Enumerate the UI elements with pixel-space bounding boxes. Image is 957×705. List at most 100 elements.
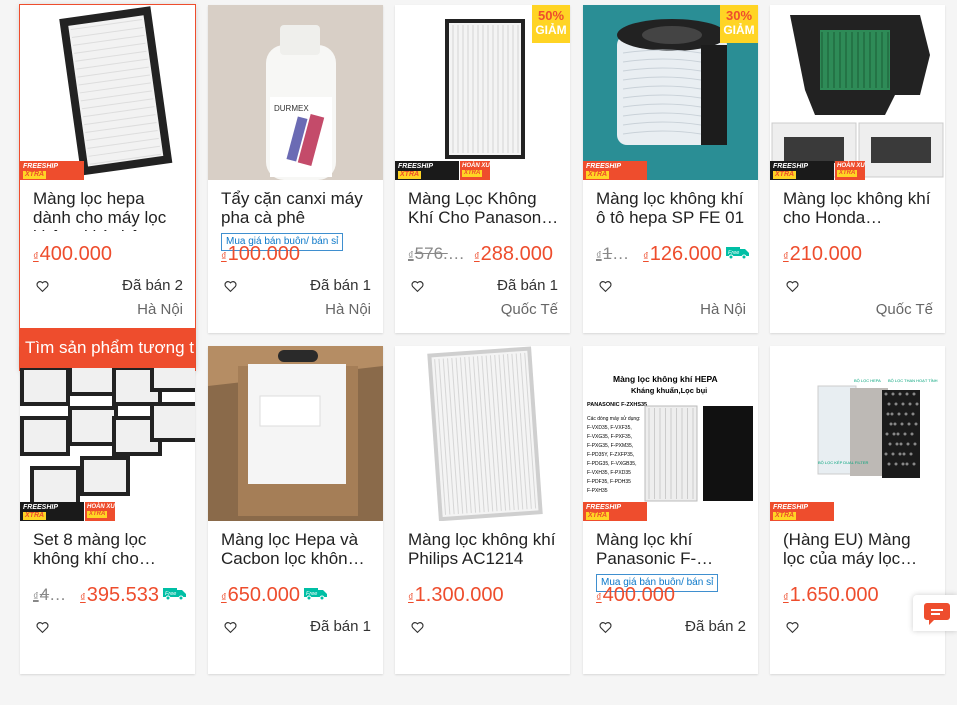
sold-count: Đã bán 2 [122, 277, 183, 294]
freeship-xtra-badge: FREESHIP XTRA [20, 161, 84, 180]
heart-icon[interactable] [411, 621, 424, 634]
product-image[interactable]: FREESHIP XTRA HOÀN XU XTRA [770, 5, 945, 180]
svg-text:BỘ LỌC KÉP DUAL FILTER: BỘ LỌC KÉP DUAL FILTER [818, 460, 868, 465]
product-grid: FREESHIP XTRA Màng lọc hepa dành cho máy l… [19, 4, 945, 705]
price-row: ₫ 400.000 [33, 242, 187, 266]
product-title[interactable]: Màng lọc Hepa và Cacbon lọc không khí Sh… [221, 530, 373, 568]
product-card[interactable]: Màng lọc Hepa và Cacbon lọc không khí Sh… [208, 346, 383, 674]
hoanxu-xtra-badge: HOÀN XU XTRA [85, 502, 115, 521]
shipping-badges: FREESHIP XTRA [770, 502, 834, 521]
heart-icon[interactable] [36, 280, 49, 293]
shipping-badges: FREESHIP XTRA [583, 161, 647, 180]
product-title[interactable]: Màng lọc hepa dành cho máy lọc không khí… [33, 189, 185, 231]
price-row: ₫ 210.000 [783, 242, 937, 266]
svg-text:Kháng khuẩn,Lọc bụi: Kháng khuẩn,Lọc bụi [631, 386, 707, 395]
svg-text:F-VXG35, F-PXF35,: F-VXG35, F-PXF35, [587, 434, 632, 440]
product-card[interactable]: DURMEX Tẩy cặn canxi máy pha cà phê Mua g… [208, 5, 383, 333]
svg-text:F-PDF35, F-PDH35: F-PDF35, F-PDH35 [587, 479, 631, 485]
svg-text:DURMEX: DURMEX [274, 104, 309, 113]
freeship-xtra-badge: FREESHIP XTRA [583, 502, 647, 521]
svg-text:Màng lọc không khí HEPA: Màng lọc không khí HEPA [613, 374, 718, 384]
heart-icon[interactable] [411, 280, 424, 293]
svg-text:F-VXH35, F-PXD35: F-VXH35, F-PXD35 [587, 470, 631, 476]
price-row: ₫ 650.000 Free [221, 583, 375, 607]
product-title[interactable]: Set 8 màng lọc không khí cho Kenmore EF … [33, 530, 185, 568]
product-image[interactable]: JonapryGIẢM FREESHIPXTRAHOÀN XUXTRA [20, 346, 195, 521]
sold-count: Đã bán 1 [310, 618, 371, 635]
current-price: ₫ 400.000 [33, 242, 112, 265]
find-similar-button[interactable]: Tìm sản phẩm tương tự [20, 328, 195, 368]
product-title[interactable]: Màng lọc khí Panasonic F-ZXHS35 [596, 530, 748, 568]
product-title[interactable]: Màng lọc không khí cho Honda MSX125 Grom [783, 189, 935, 227]
product-card[interactable]: JonapryGIẢM FREESHIPXTRAHOÀN XUXTRA Set 8… [20, 346, 195, 674]
product-card[interactable]: 30% GIẢM FREESHIP XTRA Màng lọc không khí ô… [583, 5, 758, 333]
seller-location: Hà Nội [700, 301, 746, 318]
product-image[interactable]: DURMEX [208, 5, 383, 180]
current-price: ₫ 210.000 [783, 242, 862, 265]
chat-button[interactable] [913, 595, 957, 631]
hoanxu-xtra-badge: HOÀN XU XTRA [460, 161, 490, 180]
svg-text:F-PDG35, F-VXGB35,: F-PDG35, F-VXGB35, [587, 461, 636, 467]
product-image[interactable]: Màng lọc không khí HEPA Kháng khuẩn,Lọc … [583, 346, 758, 521]
product-card[interactable]: 50% GIẢM FREESHIP XTRA HOÀN XU XTRA Màng Lọc … [395, 5, 570, 333]
original-price: ₫576.000 [408, 244, 466, 263]
freeship-xtra-badge: FREESHIP XTRA [20, 502, 84, 521]
product-title[interactable]: (Hàng EU) Màng lọc của máy lọc không khí… [783, 530, 935, 568]
sold-count: Đã bán 1 [497, 277, 558, 294]
heart-icon[interactable] [224, 280, 237, 293]
free-shipping-icon: Free [726, 245, 750, 264]
svg-text:F-PXH35: F-PXH35 [587, 488, 608, 494]
discount-badge: 50% GIẢM [532, 5, 570, 43]
product-card[interactable]: Màng lọc không khí HEPA Kháng khuẩn,Lọc … [583, 346, 758, 674]
product-image[interactable] [395, 346, 570, 521]
product-title[interactable]: Màng lọc không khí ô tô hepa SP FE 01 [596, 189, 748, 227]
original-price: ₫450.000 [33, 585, 72, 604]
sold-count: Đã bán 1 [310, 277, 371, 294]
price-row: ₫450.000 ₫395.533 Free [33, 583, 187, 607]
free-shipping-icon: Free [303, 586, 328, 605]
heart-icon[interactable] [786, 280, 799, 293]
product-image[interactable]: 50% GIẢM FREESHIP XTRA HOÀN XU XTRA [395, 5, 570, 180]
seller-location: Quốc Tế [500, 301, 558, 318]
svg-text:F-PD35Y, F-ZXFP35,: F-PD35Y, F-ZXFP35, [587, 452, 634, 458]
heart-icon[interactable] [599, 621, 612, 634]
product-image[interactable]: BỘ LỌC KÉP DUAL FILTER BỘ LỌC THAN HOẠT … [770, 346, 945, 521]
seller-location: Hà Nội [325, 301, 371, 318]
price-row: ₫576.000 ₫288.000 [408, 242, 562, 266]
heart-icon[interactable] [224, 621, 237, 634]
product-card[interactable]: FREESHIP XTRA HOÀN XU XTRA Màng lọc không kh… [770, 5, 945, 333]
shipping-badges: FREESHIP XTRA [583, 502, 647, 521]
price-row: ₫ 1.300.000 [408, 583, 562, 607]
svg-text:F-PXG35, F-PXM35,: F-PXG35, F-PXM35, [587, 443, 633, 449]
current-price: ₫ 288.000 [474, 242, 553, 265]
seller-location: Quốc Tế [875, 301, 933, 318]
shipping-badges: FREESHIP XTRA [20, 161, 84, 180]
current-price: ₫ 1.300.000 [408, 583, 504, 606]
price-row: ₫ 100.000 [221, 242, 375, 266]
product-image[interactable] [208, 346, 383, 521]
svg-text:PANASONIC F-ZXHS35: PANASONIC F-ZXHS35 [587, 402, 647, 408]
hoanxu-xtra-badge: HOÀN XU XTRA [835, 161, 865, 180]
product-image[interactable]: 30% GIẢM FREESHIP XTRA [583, 5, 758, 180]
svg-text:Free: Free [306, 591, 317, 597]
product-card[interactable]: Màng lọc không khí Philips AC1214 ₫ 1.300.… [395, 346, 570, 674]
heart-icon[interactable] [786, 621, 799, 634]
product-image[interactable]: FREESHIP XTRA [20, 5, 195, 180]
product-card[interactable]: FREESHIP XTRA Màng lọc hepa dành cho máy l… [19, 4, 196, 371]
heart-icon[interactable] [599, 280, 612, 293]
svg-text:BỘ LỌC HEPA: BỘ LỌC HEPA [854, 378, 881, 383]
price-row: ₫180.000 ₫126.000 Free [596, 242, 750, 266]
price-row: ₫ 400.000 [596, 583, 750, 607]
freeship-xtra-badge: FREESHIP XTRA [770, 502, 834, 521]
product-title[interactable]: Màng Lọc Không Khí Cho Panasonic F [408, 189, 560, 227]
svg-text:Free: Free [728, 250, 739, 256]
free-shipping-icon: Free [163, 586, 187, 605]
freeship-xtra-badge: FREESHIP XTRA [770, 161, 834, 180]
product-title[interactable]: Màng lọc không khí Philips AC1214 [408, 530, 560, 568]
current-price: ₫ 126.000 [643, 242, 722, 265]
current-price: ₫ 100.000 [221, 242, 300, 265]
seller-location: Hà Nội [137, 301, 183, 318]
original-price: ₫180.000 [596, 244, 635, 263]
heart-icon[interactable] [36, 621, 49, 634]
product-title[interactable]: Tẩy cặn canxi máy pha cà phê [221, 189, 373, 227]
